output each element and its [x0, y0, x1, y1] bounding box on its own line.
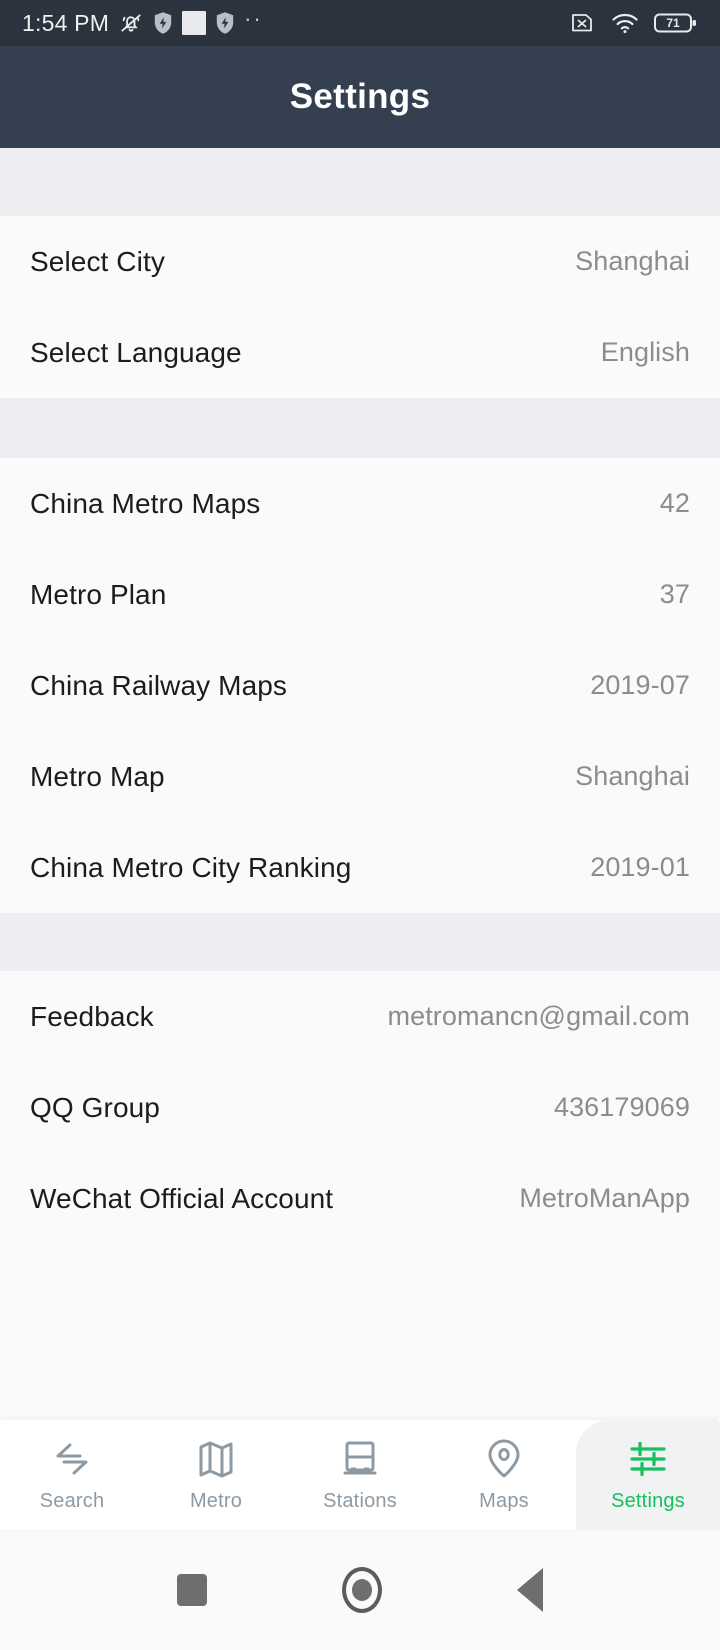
- tab-label: Stations: [323, 1490, 397, 1512]
- back-triangle-icon[interactable]: [516, 1568, 543, 1612]
- settings-row-feedback[interactable]: Feedback metromancn@gmail.com: [0, 971, 720, 1062]
- tab-settings[interactable]: Settings: [576, 1420, 720, 1530]
- row-value: MetroManApp: [519, 1183, 690, 1213]
- content-filler: [0, 1244, 720, 1420]
- row-label: Select Language: [30, 336, 242, 368]
- android-navigation-bar: [0, 1530, 720, 1650]
- row-label: Select City: [30, 245, 165, 277]
- status-time: 1:54 PM: [22, 9, 110, 36]
- settings-group-preferences: Select City Shanghai Select Language Eng…: [0, 216, 720, 398]
- row-label: China Metro Maps: [30, 487, 261, 519]
- battery-icon: 71: [654, 11, 698, 35]
- settings-row-qq-group[interactable]: QQ Group 436179069: [0, 1062, 720, 1153]
- section-gap: [0, 913, 720, 971]
- settings-row-select-city[interactable]: Select City Shanghai: [0, 216, 720, 307]
- row-label: Metro Map: [30, 760, 165, 792]
- settings-group-contact: Feedback metromancn@gmail.com QQ Group 4…: [0, 971, 720, 1244]
- row-value: 42: [659, 488, 690, 518]
- settings-content: Select City Shanghai Select Language Eng…: [0, 148, 720, 1420]
- row-value: 2019-01: [590, 852, 690, 882]
- row-value: 436179069: [553, 1092, 690, 1122]
- settings-row-select-language[interactable]: Select Language English: [0, 307, 720, 398]
- row-value: English: [600, 337, 690, 367]
- row-value: metromancn@gmail.com: [387, 1001, 690, 1031]
- section-gap: [0, 148, 720, 216]
- no-sim-icon: [568, 10, 596, 36]
- settings-row-china-metro-maps[interactable]: China Metro Maps 42: [0, 458, 720, 549]
- location-pin-icon: [485, 1437, 523, 1481]
- route-transfer-icon: [50, 1437, 94, 1481]
- bottom-tab-bar: Search Metro Stations Maps Settings: [0, 1420, 720, 1530]
- section-gap: [0, 398, 720, 458]
- settings-row-china-metro-city-ranking[interactable]: China Metro City Ranking 2019-01: [0, 822, 720, 913]
- settings-row-wechat-official-account[interactable]: WeChat Official Account MetroManApp: [0, 1153, 720, 1244]
- settings-row-metro-map[interactable]: Metro Map Shanghai: [0, 731, 720, 822]
- row-label: Metro Plan: [30, 578, 167, 610]
- row-value: 37: [659, 579, 690, 609]
- status-bar-left: 1:54 PM ··: [22, 8, 263, 38]
- home-circle-icon[interactable]: [341, 1567, 382, 1613]
- status-bar: 1:54 PM ·· 71: [0, 0, 720, 46]
- tab-label: Maps: [479, 1490, 529, 1512]
- status-bar-right: 71: [568, 10, 698, 36]
- settings-row-metro-plan[interactable]: Metro Plan 37: [0, 549, 720, 640]
- recents-square-icon[interactable]: [177, 1574, 208, 1606]
- row-label: WeChat Official Account: [30, 1182, 334, 1214]
- tab-label: Search: [39, 1490, 105, 1512]
- row-value: Shanghai: [575, 246, 690, 276]
- tab-maps[interactable]: Maps: [432, 1420, 576, 1530]
- settings-group-data: China Metro Maps 42 Metro Plan 37 China …: [0, 458, 720, 913]
- row-label: QQ Group: [30, 1091, 160, 1123]
- shield-bolt-icon: [153, 11, 173, 35]
- app-bar: Settings: [0, 46, 720, 148]
- battery-level-text: 71: [666, 16, 680, 30]
- train-station-icon: [339, 1437, 381, 1481]
- shield-bolt-icon: [215, 11, 235, 35]
- more-dots-icon: ··: [244, 6, 263, 31]
- tab-label: Settings: [611, 1490, 685, 1512]
- wifi-icon: [610, 10, 640, 36]
- sliders-icon: [626, 1437, 670, 1481]
- white-square-icon: [182, 11, 207, 35]
- row-value: Shanghai: [575, 761, 690, 791]
- bell-muted-icon: [118, 10, 144, 36]
- tab-stations[interactable]: Stations: [288, 1420, 432, 1530]
- tab-metro[interactable]: Metro: [144, 1420, 288, 1530]
- row-label: China Metro City Ranking: [30, 851, 352, 883]
- tab-label: Metro: [189, 1490, 243, 1512]
- row-label: China Railway Maps: [30, 669, 288, 701]
- folded-map-icon: [196, 1437, 236, 1481]
- page-title: Settings: [289, 77, 431, 116]
- row-label: Feedback: [30, 1000, 154, 1032]
- tab-search[interactable]: Search: [0, 1420, 144, 1530]
- row-value: 2019-07: [590, 670, 690, 700]
- phone-screen: 1:54 PM ·· 71 Settings Select City Shang…: [0, 0, 720, 1650]
- settings-row-china-railway-maps[interactable]: China Railway Maps 2019-07: [0, 640, 720, 731]
